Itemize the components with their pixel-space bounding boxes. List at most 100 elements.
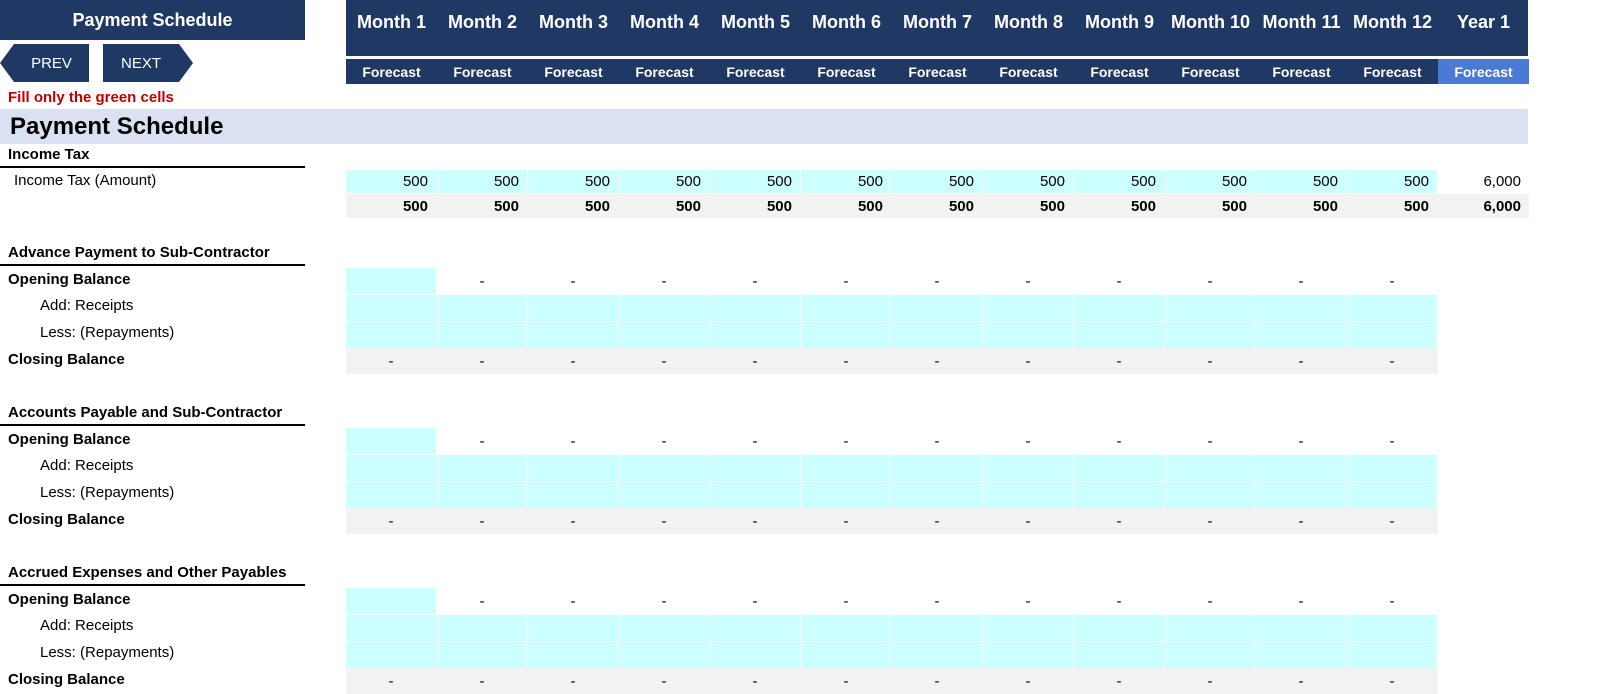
closing-balance-cell: -: [528, 508, 618, 534]
receipts-input[interactable]: [1347, 615, 1437, 641]
opening-balance-cell: -: [1025, 432, 1031, 450]
repayments-input[interactable]: [710, 482, 800, 508]
repayments-input[interactable]: [619, 482, 709, 508]
receipts-input[interactable]: [1256, 295, 1346, 321]
repayments-input[interactable]: [1256, 642, 1346, 668]
repayments-input[interactable]: [801, 482, 891, 508]
opening-balance-cell: -: [934, 272, 940, 290]
income-tax-amount-cell[interactable]: 500: [1074, 170, 1164, 193]
repayments-input[interactable]: [437, 322, 527, 348]
receipts-input[interactable]: [801, 295, 891, 321]
opening-balance-input[interactable]: [346, 268, 436, 294]
income-tax-amount-cell[interactable]: 500: [983, 170, 1073, 193]
income-tax-amount-cell[interactable]: 500: [801, 170, 891, 193]
repayments-input[interactable]: [710, 322, 800, 348]
receipts-input[interactable]: [1347, 295, 1437, 321]
repayments-input[interactable]: [801, 642, 891, 668]
receipts-input[interactable]: [710, 295, 800, 321]
repayments-input[interactable]: [437, 642, 527, 668]
next-button[interactable]: NEXT: [103, 44, 193, 82]
receipts-input[interactable]: [619, 455, 709, 481]
receipts-input[interactable]: [892, 295, 982, 321]
receipts-input[interactable]: [437, 455, 527, 481]
receipts-input[interactable]: [528, 455, 618, 481]
repayments-input[interactable]: [619, 642, 709, 668]
repayments-input[interactable]: [528, 322, 618, 348]
repayments-input[interactable]: [892, 322, 982, 348]
receipts-input[interactable]: [1074, 455, 1164, 481]
repayments-input[interactable]: [1256, 322, 1346, 348]
opening-balance-input[interactable]: [346, 588, 436, 614]
repayments-input[interactable]: [983, 322, 1073, 348]
receipts-input[interactable]: [983, 615, 1073, 641]
receipts-input[interactable]: [1165, 455, 1255, 481]
receipts-input[interactable]: [528, 615, 618, 641]
repayments-input[interactable]: [437, 482, 527, 508]
receipts-input[interactable]: [528, 295, 618, 321]
repayments-input[interactable]: [528, 642, 618, 668]
income-tax-amount-cell[interactable]: 500: [437, 170, 527, 193]
receipts-input[interactable]: [1347, 455, 1437, 481]
receipts-input[interactable]: [1074, 295, 1164, 321]
repayments-input[interactable]: [1165, 322, 1255, 348]
closing-balance-cell: -: [1165, 348, 1255, 374]
receipts-input[interactable]: [1165, 295, 1255, 321]
receipts-input[interactable]: [983, 455, 1073, 481]
receipts-input[interactable]: [1074, 615, 1164, 641]
repayments-input[interactable]: [983, 642, 1073, 668]
receipts-input[interactable]: [346, 455, 436, 481]
repayments-input[interactable]: [1074, 482, 1164, 508]
income-tax-amount-cell[interactable]: 500: [892, 170, 982, 193]
repayments-input[interactable]: [619, 322, 709, 348]
opening-balance-cell: -: [1298, 592, 1304, 610]
receipts-input[interactable]: [1256, 615, 1346, 641]
receipts-input[interactable]: [1165, 615, 1255, 641]
repayments-input[interactable]: [1347, 322, 1437, 348]
receipts-input[interactable]: [892, 455, 982, 481]
receipts-input[interactable]: [1256, 455, 1346, 481]
income-tax-amount-cell[interactable]: 500: [346, 170, 436, 193]
repayments-input[interactable]: [1074, 322, 1164, 348]
repayments-input[interactable]: [1347, 642, 1437, 668]
opening-balance-cell: -: [661, 592, 667, 610]
receipts-input[interactable]: [801, 455, 891, 481]
receipts-input[interactable]: [983, 295, 1073, 321]
receipts-input[interactable]: [619, 295, 709, 321]
repayments-input[interactable]: [346, 322, 436, 348]
month-header: Month 7: [903, 12, 972, 32]
receipts-input[interactable]: [437, 295, 527, 321]
receipts-input[interactable]: [346, 295, 436, 321]
opening-balance-cell: -: [1025, 272, 1031, 290]
repayments-input[interactable]: [346, 642, 436, 668]
receipts-input[interactable]: [437, 615, 527, 641]
income-tax-amount-cell[interactable]: 500: [528, 170, 618, 193]
receipts-input[interactable]: [346, 615, 436, 641]
receipts-input[interactable]: [619, 615, 709, 641]
receipts-input[interactable]: [710, 615, 800, 641]
repayments-input[interactable]: [1165, 642, 1255, 668]
income-tax-amount-cell[interactable]: 500: [1256, 170, 1346, 193]
closing-balance-cell: -: [346, 348, 436, 374]
opening-balance-cell: -: [570, 272, 576, 290]
repayments-input[interactable]: [892, 482, 982, 508]
repayments-input[interactable]: [1256, 482, 1346, 508]
receipts-input[interactable]: [892, 615, 982, 641]
income-tax-amount-cell[interactable]: 500: [619, 170, 709, 193]
repayments-input[interactable]: [1074, 642, 1164, 668]
opening-balance-input[interactable]: [346, 428, 436, 454]
receipts-input[interactable]: [710, 455, 800, 481]
prev-button[interactable]: PREV: [0, 44, 89, 82]
repayments-input[interactable]: [710, 642, 800, 668]
income-tax-amount-cell[interactable]: 500: [710, 170, 800, 193]
income-tax-amount-cell[interactable]: 500: [1347, 170, 1437, 193]
repayments-input[interactable]: [1347, 482, 1437, 508]
repayments-input[interactable]: [1165, 482, 1255, 508]
repayments-input[interactable]: [528, 482, 618, 508]
repayments-input[interactable]: [983, 482, 1073, 508]
opening-balance-label: Opening Balance: [8, 431, 131, 448]
income-tax-amount-cell[interactable]: 500: [1165, 170, 1255, 193]
repayments-input[interactable]: [346, 482, 436, 508]
repayments-input[interactable]: [801, 322, 891, 348]
receipts-input[interactable]: [801, 615, 891, 641]
repayments-input[interactable]: [892, 642, 982, 668]
